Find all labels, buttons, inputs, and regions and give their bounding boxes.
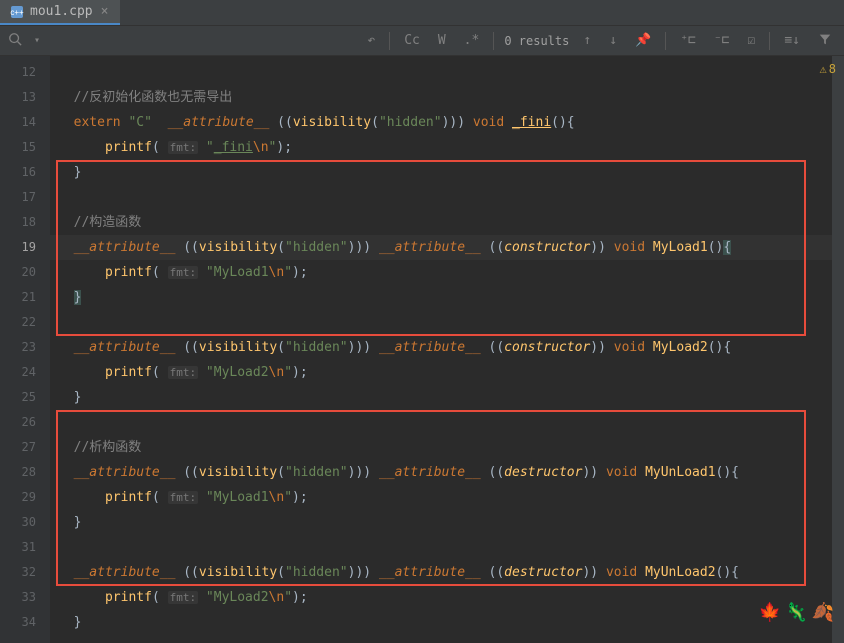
warning-badge[interactable]: ⚠ 8 [820, 62, 836, 76]
code-line[interactable] [50, 410, 844, 435]
line-number[interactable]: 18 [0, 210, 50, 235]
remove-selection-icon[interactable]: ⁻⊏ [710, 31, 734, 50]
code-line[interactable]: printf( fmt: "MyLoad1\n"); [50, 485, 844, 510]
line-number[interactable]: 21 [0, 285, 50, 310]
code-line[interactable]: } [50, 385, 844, 410]
line-number[interactable]: 19 [0, 235, 50, 260]
line-number[interactable]: 14 [0, 110, 50, 135]
close-icon[interactable]: × [99, 4, 111, 19]
code-line[interactable]: //析构函数 [50, 435, 844, 460]
line-number[interactable]: 13 [0, 85, 50, 110]
scrollbar[interactable] [832, 56, 844, 643]
divider [665, 32, 666, 50]
editor-area: 12 13 14 15 16 17 18 19 20 21 22 23 24 2… [0, 56, 844, 643]
code-line[interactable]: } [50, 285, 844, 310]
regex-button[interactable]: .* [460, 31, 484, 50]
code-line[interactable]: __attribute__ ((visibility("hidden"))) _… [50, 560, 844, 585]
decorative-icons: 🍁 🦎 🍂 [759, 602, 834, 623]
code-line[interactable]: printf( fmt: "MyLoad1\n"); [50, 260, 844, 285]
filter-icon[interactable] [814, 30, 836, 52]
line-number[interactable]: 33 [0, 585, 50, 610]
line-number[interactable]: 16 [0, 160, 50, 185]
svg-text:c++: c++ [10, 8, 24, 17]
line-number[interactable]: 32 [0, 560, 50, 585]
code-line[interactable] [50, 60, 844, 85]
search-icon[interactable] [8, 32, 22, 50]
line-number[interactable]: 24 [0, 360, 50, 385]
line-number[interactable]: 25 [0, 385, 50, 410]
code-line[interactable]: printf( fmt: "MyLoad2\n"); [50, 360, 844, 385]
line-number[interactable]: 20 [0, 260, 50, 285]
code-line[interactable]: __attribute__ ((visibility("hidden"))) _… [50, 335, 844, 360]
divider [389, 32, 390, 50]
warning-icon: ⚠ [820, 62, 827, 76]
line-gutter: 12 13 14 15 16 17 18 19 20 21 22 23 24 2… [0, 56, 50, 643]
line-number[interactable]: 28 [0, 460, 50, 485]
words-button[interactable]: W [434, 31, 450, 50]
code-line[interactable]: extern "C" __attribute__ ((visibility("h… [50, 110, 844, 135]
tab-filename: mou1.cpp [30, 4, 93, 19]
line-number[interactable]: 15 [0, 135, 50, 160]
line-number[interactable]: 27 [0, 435, 50, 460]
line-number[interactable]: 31 [0, 535, 50, 560]
line-number[interactable]: 34 [0, 610, 50, 635]
search-dropdown-icon[interactable]: ▾ [34, 35, 40, 46]
line-number[interactable]: 12 [0, 60, 50, 85]
results-count: 0 results [504, 34, 569, 48]
line-number[interactable]: 23 [0, 335, 50, 360]
code-line[interactable] [50, 535, 844, 560]
cpp-file-icon: c++ [10, 5, 24, 19]
line-number[interactable]: 17 [0, 185, 50, 210]
match-case-button[interactable]: Cc [400, 31, 424, 50]
add-selection-icon[interactable]: ⁺⊏ [676, 31, 700, 50]
line-number[interactable]: 29 [0, 485, 50, 510]
code-line[interactable]: } [50, 610, 844, 635]
code-line[interactable] [50, 310, 844, 335]
code-line[interactable]: //构造函数 [50, 210, 844, 235]
prev-occurrence-icon[interactable]: ↶ [363, 31, 379, 50]
search-bar: ▾ ↶ Cc W .* 0 results ↑ ↓ 📌 ⁺⊏ ⁻⊏ ☑ ≡↓ [0, 26, 844, 56]
code-line[interactable]: printf( fmt: "MyLoad2\n"); [50, 585, 844, 610]
code-line[interactable]: //反初始化函数也无需导出 [50, 85, 844, 110]
code-line[interactable]: } [50, 510, 844, 535]
divider [769, 32, 770, 50]
down-arrow-icon[interactable]: ↓ [605, 31, 621, 50]
tab-bar: c++ mou1.cpp × [0, 0, 844, 26]
code-editor[interactable]: //反初始化函数也无需导出 extern "C" __attribute__ (… [50, 56, 844, 643]
code-line[interactable] [50, 185, 844, 210]
divider [493, 32, 494, 50]
pin-icon[interactable]: 📌 [631, 31, 655, 50]
line-number[interactable]: 22 [0, 310, 50, 335]
select-all-icon[interactable]: ☑ [744, 31, 760, 50]
warning-count: 8 [829, 62, 836, 76]
up-arrow-icon[interactable]: ↑ [579, 31, 595, 50]
file-tab[interactable]: c++ mou1.cpp × [0, 0, 120, 25]
code-line[interactable]: __attribute__ ((visibility("hidden"))) _… [50, 235, 844, 260]
code-line[interactable]: __attribute__ ((visibility("hidden"))) _… [50, 460, 844, 485]
line-number[interactable]: 26 [0, 410, 50, 435]
settings-icon[interactable]: ≡↓ [780, 31, 804, 50]
code-line[interactable]: } [50, 160, 844, 185]
line-number[interactable]: 30 [0, 510, 50, 535]
code-line[interactable]: printf( fmt: "_fini\n"); [50, 135, 844, 160]
